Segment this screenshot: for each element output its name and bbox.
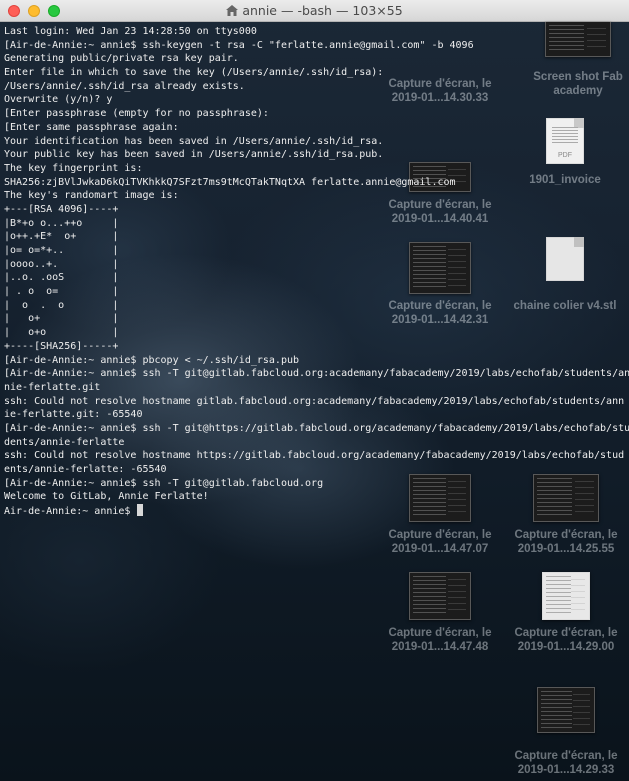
desktop-file-label: Capture d'écran, le [388,529,492,541]
terminal-line: Welcome to GitLab, Annie Ferlatte! [4,490,624,504]
terminal-line-text: | o . o | [4,299,119,311]
terminal-line-text: Air-de-Annie:~ annie$ [4,506,137,518]
terminal-line-text: |oooo..+. | [4,258,119,270]
terminal-line-text: Your public key has been saved in /Users… [4,149,384,161]
terminal-line: |B*+o o...++o | [4,217,624,231]
terminal-line: [Air-de-Annie:~ annie$ ssh-keygen -t rsa… [4,39,624,53]
text-cursor [137,504,144,517]
terminal-line: [Air-de-Annie:~ annie$ ssh -T git@https:… [4,422,629,436]
terminal-line: +---[RSA 4096]----+ [4,203,624,217]
terminal-line: [Enter passphrase (empty for no passphra… [4,107,624,121]
terminal-line-text: |o++.+E* o+ | [4,231,119,243]
terminal-line: | o . o | [4,299,624,313]
terminal-line: [Air-de-Annie:~ annie$ ssh -T git@gitlab… [4,477,624,491]
terminal-line: | o+ | [4,312,624,326]
terminal-line: [Enter same passphrase again: [4,121,624,135]
terminal-line-text: Enter file in which to save the key (/Us… [4,67,384,79]
terminal-line: +----[SHA256]-----+ [4,340,624,354]
terminal-line: Overwrite (y/n)? y [4,93,624,107]
terminal-line-text: Welcome to GitLab, Annie Ferlatte! [4,491,209,503]
terminal-line-text: The key fingerprint is: [4,162,143,174]
desktop-file-label: 2019-01...14.29.00 [517,641,615,653]
terminal-line-text: ssh: Could not resolve hostname https://… [4,450,625,462]
terminal-line: Enter file in which to save the key (/Us… [4,66,624,80]
terminal-line: ssh: Could not resolve hostname https://… [4,449,624,463]
desktop-file-capture-144748[interactable]: Capture d'écran, le 2019-01...14.47.48 [380,572,500,654]
terminal-line-text: +----[SHA256]-----+ [4,340,119,352]
desktop-file-capture-142933[interactable]: Capture d'écran, le 2019-01...14.29.33 [505,687,627,777]
terminal-line-text: SHA256:zjBVlJwkaD6kQiTVKhkkQ7SFzt7ms9tMc… [4,176,456,188]
terminal-line-text: [Enter passphrase (empty for no passphra… [4,108,269,120]
terminal-line: ents/annie-ferlatte: -65540 [4,463,624,477]
terminal-line-text: [Air-de-Annie:~ annie$ ssh -T git@https:… [4,422,629,434]
terminal-line-text: | . o o= | [4,286,119,298]
window-title: annie — -bash — 103×55 [242,3,403,18]
terminal-line: [Air-de-Annie:~ annie$ ssh -T git@gitlab… [4,367,629,381]
terminal-line: dents/annie-ferlatte [4,436,624,450]
terminal-line-text: ents/annie-ferlatte: -65540 [4,464,167,475]
terminal-window: annie — -bash — 103×55 Screen shot Fab a… [0,0,629,781]
terminal-line: ie-ferlatte.git: -65540 [4,408,624,422]
terminal-line-text: | o+o | [4,327,119,339]
terminal-line-text: nie-ferlatte.git [4,381,101,393]
desktop-file-label: 2019-01...14.47.07 [391,543,489,555]
terminal-line-text: [Air-de-Annie:~ annie$ ssh -T git@gitlab… [4,368,629,380]
terminal-line-text: |o= o=*+.. | [4,245,119,256]
terminal-line-text: [Enter same passphrase again: [4,121,179,133]
screenshot-thumbnail-icon [542,572,590,620]
window-title-container: annie — -bash — 103×55 [0,0,629,22]
terminal-line: | . o o= | [4,285,624,299]
terminal-line: /Users/annie/.ssh/id_rsa already exists. [4,80,624,94]
terminal-line-text: ssh: Could not resolve hostname gitlab.f… [4,395,625,407]
terminal-line-text: |B*+o o...++o | [4,217,119,229]
terminal-line: Last login: Wed Jan 23 14:28:50 on ttys0… [4,25,624,39]
terminal-line-text: Overwrite (y/n)? y [4,94,113,106]
desktop-file-label: 2019-01...14.29.33 [517,764,615,776]
terminal-line: SHA256:zjBVlJwkaD6kQiTVKhkkQ7SFzt7ms9tMc… [4,176,624,190]
terminal-line: Generating public/private rsa key pair. [4,52,624,66]
terminal-line-text: +---[RSA 4096]----+ [4,203,119,215]
terminal-line: |o++.+E* o+ | [4,230,624,244]
terminal-line-text: Last login: Wed Jan 23 14:28:50 on ttys0… [4,26,257,37]
terminal-line-text: dents/annie-ferlatte [4,436,125,448]
terminal-line: The key fingerprint is: [4,162,624,176]
terminal-line-text: The key's randomart image is: [4,190,179,202]
desktop-file-label: Capture d'écran, le [514,750,618,762]
terminal-line: The key's randomart image is: [4,189,624,203]
terminal-line: [Air-de-Annie:~ annie$ pbcopy < ~/.ssh/i… [4,354,624,368]
terminal-line: ssh: Could not resolve hostname gitlab.f… [4,395,624,409]
terminal-line-text: | o+ | [4,313,119,325]
terminal-line-text: [Air-de-Annie:~ annie$ ssh -T git@gitlab… [4,477,324,489]
terminal-line: nie-ferlatte.git [4,381,624,395]
screenshot-thumbnail-icon [409,572,471,620]
terminal-line: Air-de-Annie:~ annie$ [4,504,624,518]
desktop-file-label: Capture d'écran, le [388,627,492,639]
terminal-line-text: [Air-de-Annie:~ annie$ pbcopy < ~/.ssh/i… [4,354,300,366]
terminal-line: Your identification has been saved in /U… [4,135,624,149]
home-folder-icon [226,5,239,16]
terminal-line-text: |..o. .ooS | [4,272,119,284]
terminal-line: |..o. .ooS | [4,271,624,285]
terminal-line-text: ie-ferlatte.git: -65540 [4,409,143,421]
desktop-file-capture-142900[interactable]: Capture d'écran, le 2019-01...14.29.00 [505,572,627,654]
terminal-output[interactable]: Last login: Wed Jan 23 14:28:50 on ttys0… [4,25,629,518]
terminal-line: | o+o | [4,326,624,340]
terminal-line: |oooo..+. | [4,258,624,272]
desktop-file-label: 2019-01...14.25.55 [517,543,615,555]
screenshot-thumbnail-icon [537,687,595,733]
desktop-file-label: Capture d'écran, le [514,627,618,639]
terminal-line-text: Your identification has been saved in /U… [4,135,384,147]
desktop-file-label: Capture d'écran, le [514,529,618,541]
terminal-line: |o= o=*+.. | [4,244,624,258]
terminal-line-text: /Users/annie/.ssh/id_rsa already exists. [4,80,245,92]
desktop-file-label: 2019-01...14.47.48 [391,641,489,653]
title-bar[interactable]: annie — -bash — 103×55 [0,0,629,22]
terminal-line-text: Generating public/private rsa key pair. [4,53,239,65]
terminal-line: Your public key has been saved in /Users… [4,148,624,162]
terminal-line-text: [Air-de-Annie:~ annie$ ssh-keygen -t rsa… [4,39,474,51]
